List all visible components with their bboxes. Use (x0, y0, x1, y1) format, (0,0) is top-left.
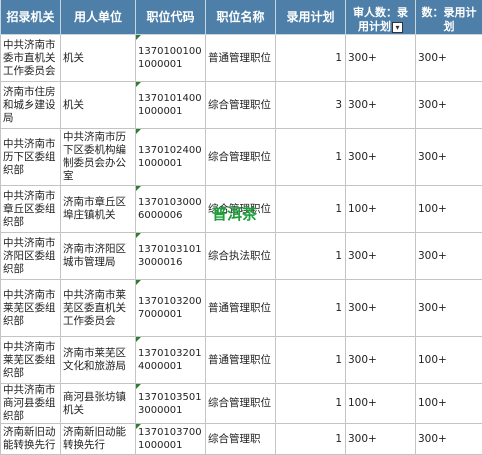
table-row: 中共济南市济阳区委组织部济南市济阳区城市管理局13701031013000016… (1, 233, 482, 280)
table-row: 中共济南市莱芜区委组织部中共济南市莱芜区委直机关工作委员会13701032007… (1, 280, 482, 337)
header-recruiting-agency[interactable]: 招录机关 (1, 0, 61, 35)
plan-cell[interactable]: 1 (276, 384, 346, 424)
table-row: 济南市住房和城乡建设局机关13701014001000001综合管理职位3300… (1, 82, 482, 129)
applicant-ratio-cell[interactable]: 300+ (416, 424, 482, 455)
plan-cell[interactable]: 1 (276, 424, 346, 455)
header-row: 招录机关 用人单位 职位代码 职位名称 录用计划 审人数：录用计划▾ 数：录用计… (1, 0, 482, 35)
position-cell[interactable]: 综合管理职位 (206, 129, 276, 186)
reviewed-ratio-cell[interactable]: 100+ (346, 384, 416, 424)
agency-cell[interactable]: 中共济南市历下区委组织部 (1, 129, 61, 186)
position-cell[interactable]: 综合管理职位 (206, 384, 276, 424)
agency-cell[interactable]: 中共济南市委市直机关工作委员会 (1, 35, 61, 82)
applicant-ratio-cell[interactable]: 100+ (416, 337, 482, 384)
table-row: 中共济南市商河县委组织部商河县张坊镇机关13701035013000001综合管… (1, 384, 482, 424)
employer-cell[interactable]: 济南市济阳区城市管理局 (61, 233, 136, 280)
reviewed-ratio-cell[interactable]: 300+ (346, 424, 416, 455)
applicant-ratio-cell[interactable]: 300+ (416, 129, 482, 186)
table-row: 中共济南市莱芜区委组织部济南市莱芜区文化和旅游局1370103201400000… (1, 337, 482, 384)
code-cell[interactable]: 13701024001000001 (136, 129, 206, 186)
table-row: 中共济南市章丘区委组织部济南市章丘区埠庄镇机关13701030006000006… (1, 186, 482, 233)
position-cell[interactable]: 普通管理职位 (206, 337, 276, 384)
agency-cell[interactable]: 中共济南市济阳区委组织部 (1, 233, 61, 280)
header-position-name[interactable]: 职位名称 (206, 0, 276, 35)
employer-cell[interactable]: 济南市莱芜区文化和旅游局 (61, 337, 136, 384)
applicant-ratio-cell[interactable]: 300+ (416, 233, 482, 280)
code-cell[interactable]: 13701032014000001 (136, 337, 206, 384)
applicant-ratio-cell[interactable]: 300+ (416, 35, 482, 82)
agency-cell[interactable]: 中共济南市章丘区委组织部 (1, 186, 61, 233)
reviewed-ratio-cell[interactable]: 300+ (346, 82, 416, 129)
employer-cell[interactable]: 中共济南市莱芜区委直机关工作委员会 (61, 280, 136, 337)
spreadsheet-grid: 招录机关 用人单位 职位代码 职位名称 录用计划 审人数：录用计划▾ 数：录用计… (0, 0, 482, 433)
plan-cell[interactable]: 1 (276, 280, 346, 337)
plan-cell[interactable]: 1 (276, 186, 346, 233)
reviewed-ratio-cell[interactable]: 300+ (346, 233, 416, 280)
plan-cell[interactable]: 3 (276, 82, 346, 129)
reviewed-ratio-cell[interactable]: 100+ (346, 186, 416, 233)
applicant-ratio-cell[interactable]: 100+ (416, 186, 482, 233)
code-cell[interactable]: 13701014001000001 (136, 82, 206, 129)
header-employer[interactable]: 用人单位 (61, 0, 136, 35)
position-cell[interactable]: 综合管理职 (206, 424, 276, 455)
code-cell[interactable]: 13701030006000006 (136, 186, 206, 233)
code-cell[interactable]: 13701001001000001 (136, 35, 206, 82)
employer-cell[interactable]: 机关 (61, 35, 136, 82)
agency-cell[interactable]: 济南新旧动能转换先行 (1, 424, 61, 455)
header-applicant-ratio[interactable]: 数：录用计划 (416, 0, 482, 35)
reviewed-ratio-cell[interactable]: 300+ (346, 129, 416, 186)
position-cell[interactable]: 综合执法职位 (206, 233, 276, 280)
employer-cell[interactable]: 济南市章丘区埠庄镇机关 (61, 186, 136, 233)
position-cell[interactable]: 普通管理职位 (206, 280, 276, 337)
employer-cell[interactable]: 商河县张坊镇机关 (61, 384, 136, 424)
code-cell[interactable]: 13701037001000001 (136, 424, 206, 455)
table-row: 中共济南市历下区委组织部中共济南市历下区委机构编制委员会办公室137010240… (1, 129, 482, 186)
applicant-ratio-cell[interactable]: 300+ (416, 280, 482, 337)
employer-cell[interactable]: 中共济南市历下区委机构编制委员会办公室 (61, 129, 136, 186)
filter-dropdown-icon[interactable]: ▾ (392, 22, 403, 33)
header-hiring-plan[interactable]: 录用计划 (276, 0, 346, 35)
agency-cell[interactable]: 中共济南市莱芜区委组织部 (1, 337, 61, 384)
employer-cell[interactable]: 机关 (61, 82, 136, 129)
position-cell[interactable]: 普通管理职位 (206, 35, 276, 82)
agency-cell[interactable]: 中共济南市商河县委组织部 (1, 384, 61, 424)
reviewed-ratio-cell[interactable]: 300+ (346, 280, 416, 337)
plan-cell[interactable]: 1 (276, 233, 346, 280)
position-cell[interactable]: 综合管理职位 (206, 186, 276, 233)
header-position-code[interactable]: 职位代码 (136, 0, 206, 35)
code-cell[interactable]: 13701035013000001 (136, 384, 206, 424)
reviewed-ratio-cell[interactable]: 300+ (346, 35, 416, 82)
header-reviewed-ratio[interactable]: 审人数：录用计划▾ (346, 0, 416, 35)
job-table: 招录机关 用人单位 职位代码 职位名称 录用计划 审人数：录用计划▾ 数：录用计… (0, 0, 482, 455)
code-cell[interactable]: 13701031013000016 (136, 233, 206, 280)
code-cell[interactable]: 13701032007000001 (136, 280, 206, 337)
agency-cell[interactable]: 济南市住房和城乡建设局 (1, 82, 61, 129)
plan-cell[interactable]: 1 (276, 35, 346, 82)
plan-cell[interactable]: 1 (276, 129, 346, 186)
position-cell[interactable]: 综合管理职位 (206, 82, 276, 129)
applicant-ratio-cell[interactable]: 100+ (416, 384, 482, 424)
table-row: 中共济南市委市直机关工作委员会机关13701001001000001普通管理职位… (1, 35, 482, 82)
plan-cell[interactable]: 1 (276, 337, 346, 384)
reviewed-ratio-cell[interactable]: 300+ (346, 337, 416, 384)
employer-cell[interactable]: 济南新旧动能转换先行 (61, 424, 136, 455)
applicant-ratio-cell[interactable]: 300+ (416, 82, 482, 129)
table-row: 济南新旧动能转换先行济南新旧动能转换先行13701037001000001综合管… (1, 424, 482, 455)
agency-cell[interactable]: 中共济南市莱芜区委组织部 (1, 280, 61, 337)
